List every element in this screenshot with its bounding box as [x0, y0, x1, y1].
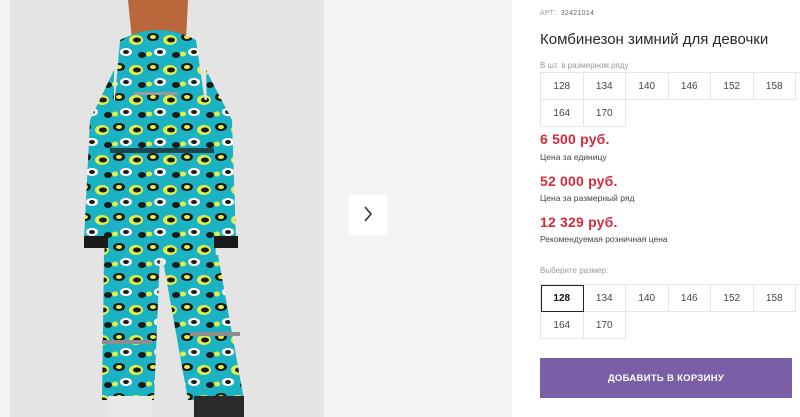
pack-size-cell: 152: [711, 73, 754, 100]
pack-size-cell: 128: [541, 73, 584, 100]
pack-sizes-label: В шт. в размерном ряду: [540, 61, 629, 70]
thumbnail-strip: [0, 0, 10, 417]
size-option-selected[interactable]: 128: [541, 285, 584, 312]
gallery-next-button[interactable]: [349, 195, 387, 235]
product-gallery: [0, 0, 512, 417]
pack-size-cell: 170: [583, 100, 626, 127]
pack-size-cell: 146: [668, 73, 711, 100]
product-photo-image: [10, 0, 324, 417]
pack-size-cell: 140: [626, 73, 669, 100]
retail-price: 12 329 руб.: [540, 214, 618, 230]
product-sku: АРТ: 32421014: [540, 10, 594, 17]
size-select-label: Выберите размер:: [540, 266, 609, 275]
size-option[interactable]: 146: [668, 285, 711, 312]
size-option[interactable]: 158: [753, 285, 796, 312]
size-option[interactable]: 152: [711, 285, 754, 312]
unit-price: 6 500 руб.: [540, 131, 610, 147]
sku-value: 32421014: [560, 10, 595, 17]
size-option[interactable]: 134: [583, 285, 626, 312]
row-price: 52 000 руб.: [540, 173, 618, 189]
unit-price-caption: Цена за единицу: [540, 152, 607, 162]
size-option[interactable]: 140: [626, 285, 669, 312]
product-photo: [10, 0, 324, 417]
product-title: Комбинезон зимний для девочки: [540, 31, 769, 48]
row-price-caption: Цена за размерный ряд: [540, 193, 635, 203]
pack-size-cell: 134: [583, 73, 626, 100]
chevron-right-icon: [363, 205, 373, 225]
pack-size-grid: 128 134 140 146 152 158 164 170: [540, 72, 800, 127]
size-select-grid: 128 134 140 146 152 158 164 170: [540, 284, 800, 339]
retail-price-caption: Рекомендуемая розничная цена: [540, 234, 668, 244]
size-option[interactable]: 164: [541, 312, 584, 339]
pack-size-cell: 158: [753, 73, 796, 100]
size-option[interactable]: 170: [583, 312, 626, 339]
add-to-cart-button[interactable]: ДОБАВИТЬ В КОРЗИНУ: [540, 358, 792, 398]
sku-label: АРТ:: [540, 10, 557, 17]
pack-size-cell: 164: [541, 100, 584, 127]
